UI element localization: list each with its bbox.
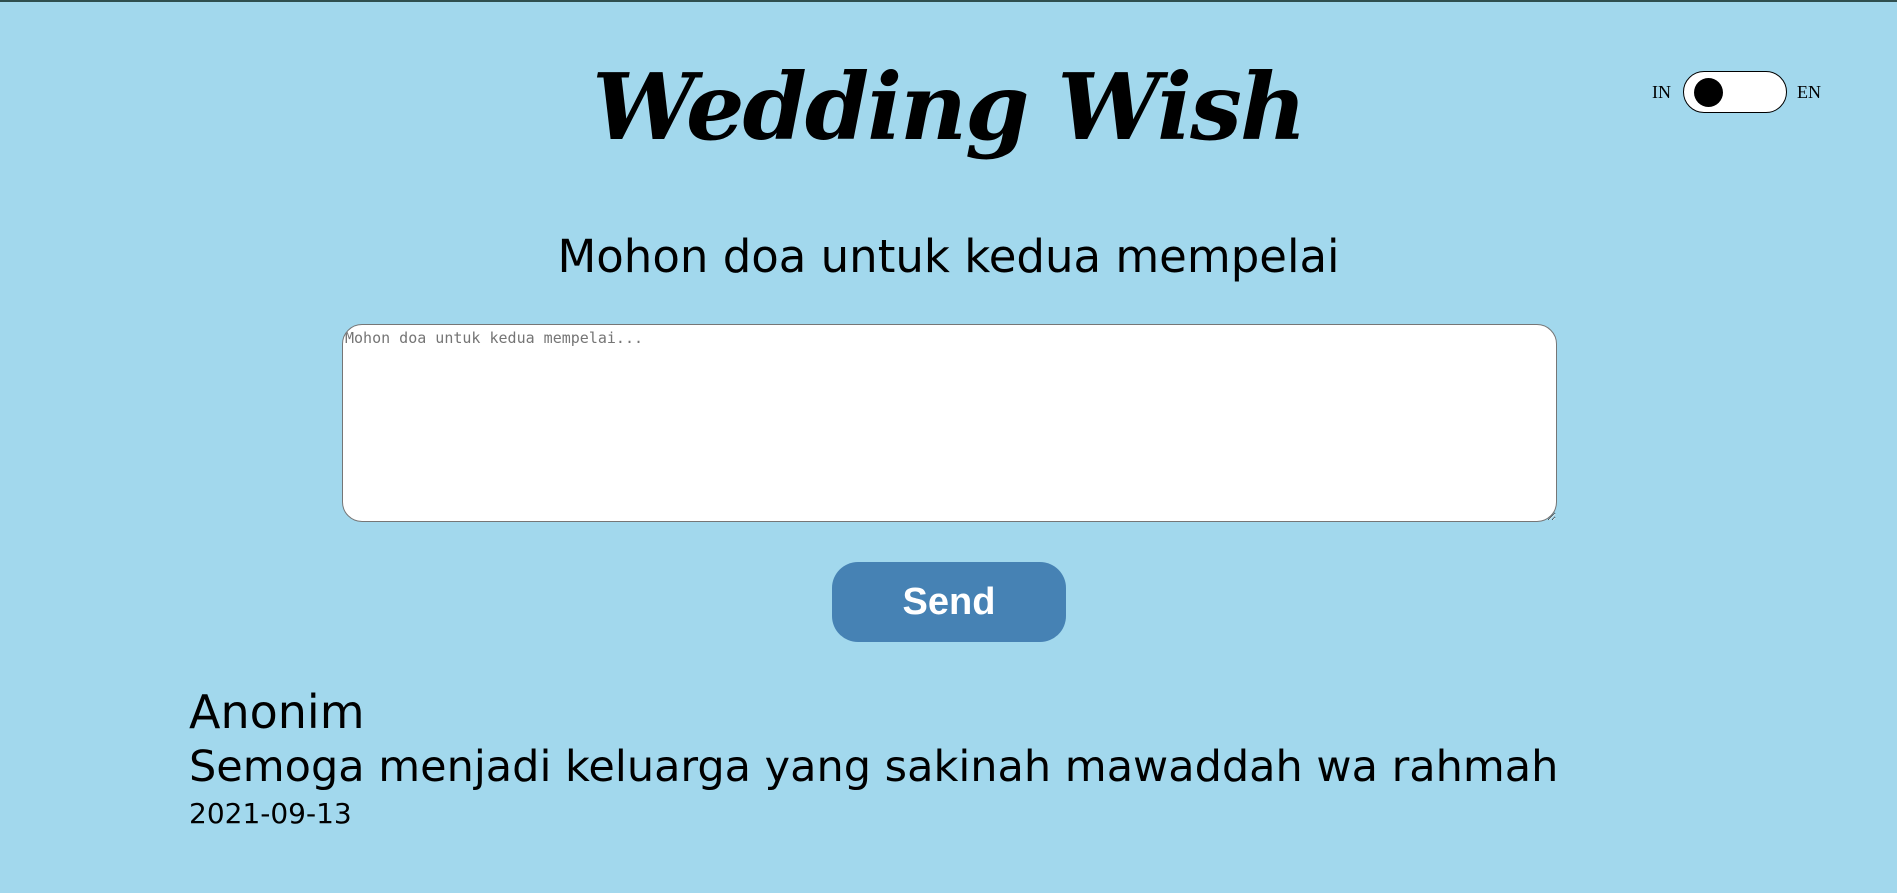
wish-list: Anonim Semoga menjadi keluarga yang saki… (189, 683, 1789, 835)
send-button[interactable]: Send (832, 562, 1066, 642)
wish-item: Anonim Semoga menjadi keluarga yang saki… (189, 683, 1789, 835)
wish-textarea[interactable] (342, 324, 1557, 522)
language-toggle: IN EN (1652, 70, 1821, 114)
wish-author-name: Anonim (189, 685, 365, 739)
language-label-en: EN (1797, 81, 1821, 102)
language-switch[interactable] (1683, 71, 1787, 113)
switch-knob (1694, 78, 1723, 107)
wish-message: Semoga menjadi keluarga yang sakinah maw… (189, 742, 1559, 792)
language-label-in: IN (1652, 81, 1671, 102)
wish-prompt-heading: Mohon doa untuk kedua mempelai (557, 230, 1340, 283)
top-border-line (0, 0, 1897, 2)
wish-date: 2021-09-13 (189, 797, 352, 830)
page-title: Wedding Wish (592, 53, 1307, 161)
